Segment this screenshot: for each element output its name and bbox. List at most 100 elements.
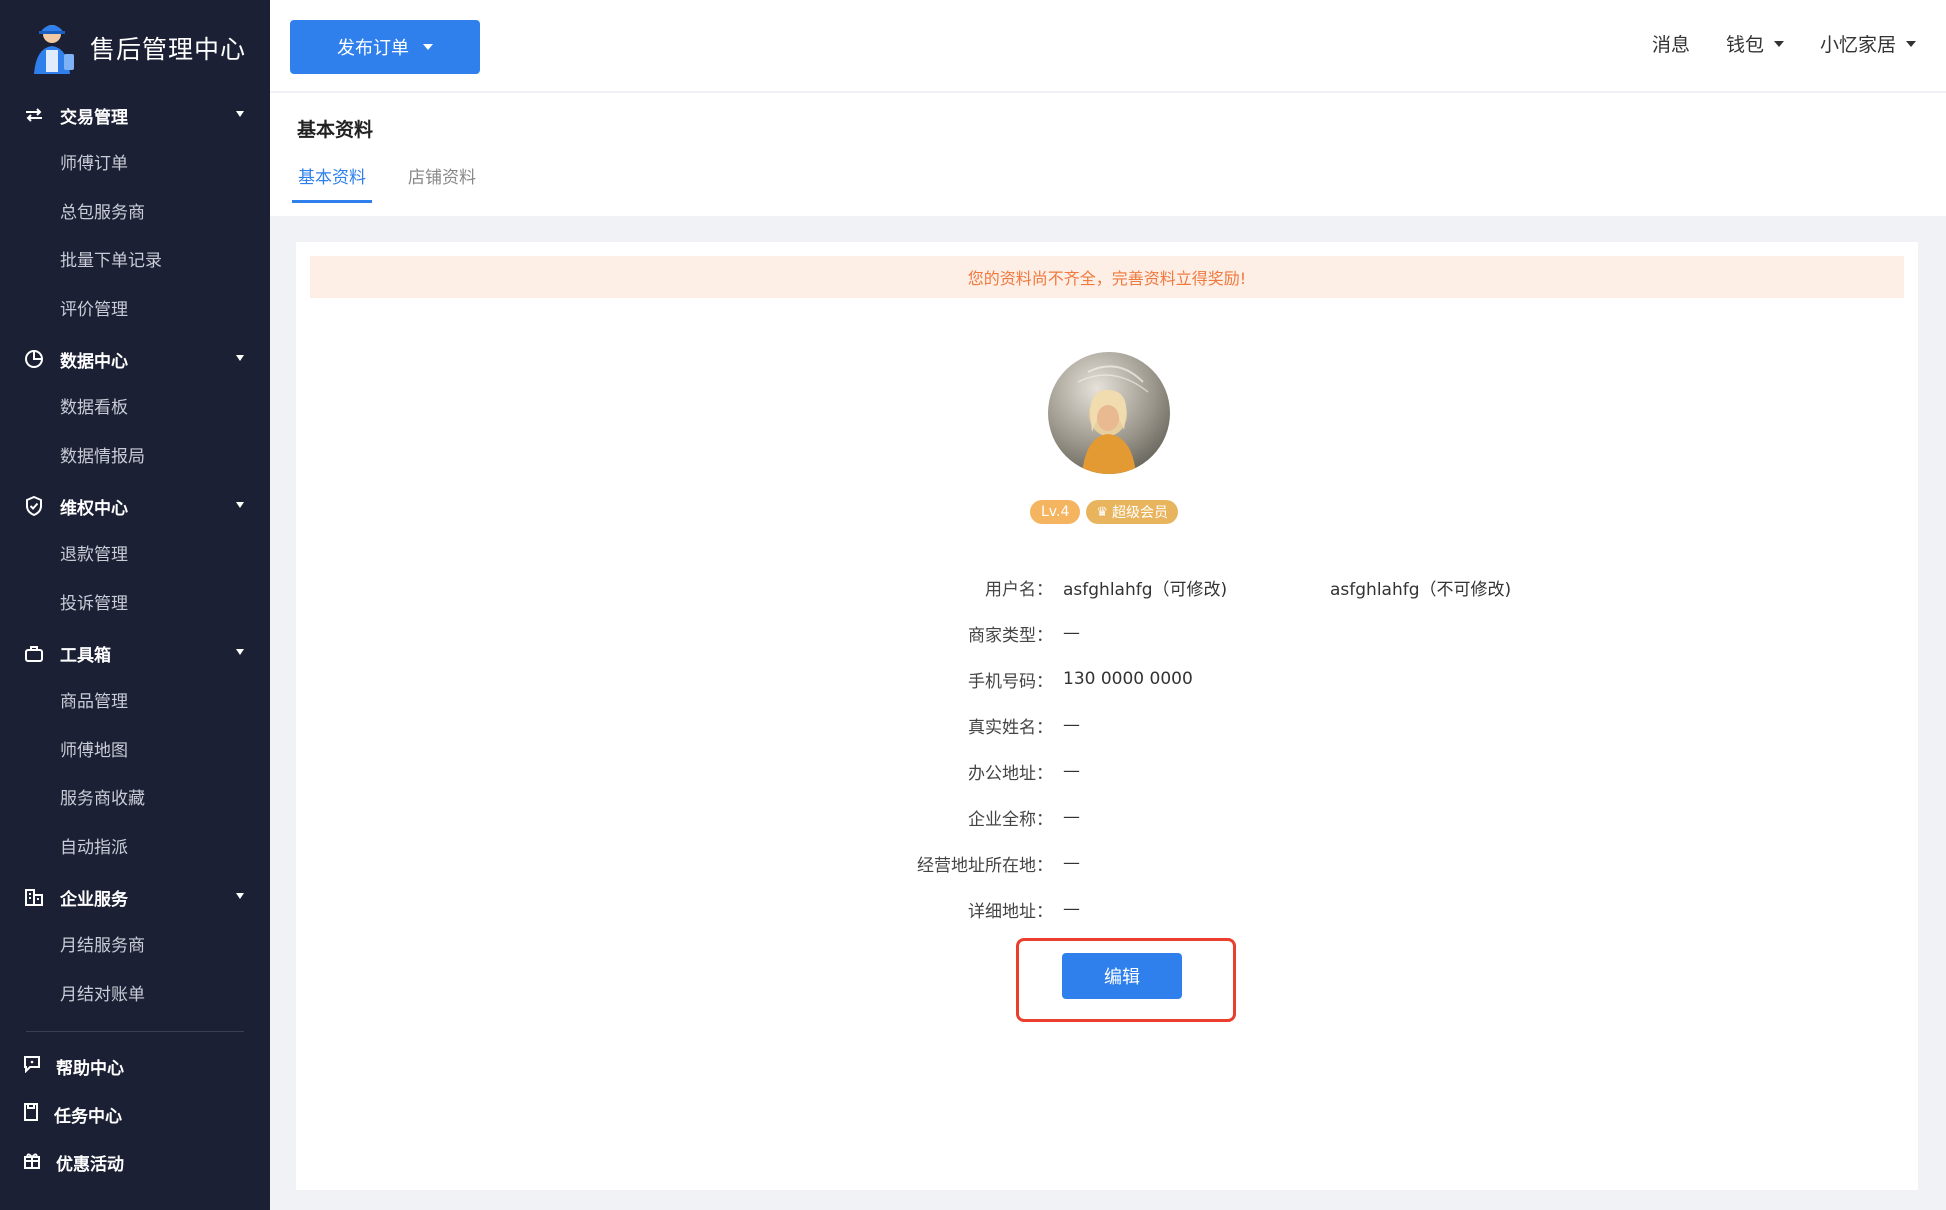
publish-order-label: 发布订单 (337, 38, 409, 59)
sidebar: 售后管理中心 交易管理 师傅订单 总包服务商 批量下单记录 评价管理 数据中心 … (0, 0, 270, 1210)
field-label: 企业全称： (968, 809, 1053, 830)
field-label: 详细地址： (968, 901, 1053, 922)
wallet-label: 钱包 (1725, 34, 1764, 56)
profile-info: 用户名： asfghlahfg（可修改) asfghlahfg（不可修改) 商家… (296, 564, 1918, 932)
top-header: 发布订单 消息 钱包 小忆家居 (270, 0, 1946, 92)
profile-card: 您的资料尚不齐全，完善资料立得奖励! Lv.4 ♛ 超级会员 用户名： asfg… (296, 242, 1918, 1190)
sidebar-item-provider-favorites[interactable]: 服务商收藏 (0, 775, 270, 824)
vip-badge: ♛ 超级会员 (1086, 500, 1179, 524)
sidebar-item-products[interactable]: 商品管理 (0, 678, 270, 727)
field-value: asfghlahfg（可修改) (1063, 579, 1228, 600)
account-dropdown[interactable]: 小忆家居 (1820, 30, 1916, 57)
brand-title: 售后管理中心 (90, 35, 247, 64)
sidebar-menu: 交易管理 师傅订单 总包服务商 批量下单记录 评价管理 数据中心 数据看板 数据… (0, 90, 270, 1186)
sidebar-item-tasks[interactable]: 任务中心 (0, 1090, 270, 1138)
sidebar-item-reviews[interactable]: 评价管理 (0, 286, 270, 335)
chevron-down-icon (1906, 40, 1916, 47)
member-badges: Lv.4 ♛ 超级会员 (1030, 500, 1179, 524)
sidebar-item-refunds[interactable]: 退款管理 (0, 531, 270, 580)
field-merchant-type: 商家类型： — (296, 610, 1918, 656)
field-label: 办公地址： (968, 763, 1053, 784)
field-label: 用户名： (985, 579, 1053, 600)
incomplete-profile-notice: 您的资料尚不齐全，完善资料立得奖励! (310, 256, 1904, 298)
chevron-down-icon (423, 44, 433, 50)
header-actions: 消息 钱包 小忆家居 (1616, 30, 1916, 57)
messages-label: 消息 (1651, 34, 1690, 56)
field-value: — (1063, 853, 1080, 873)
sidebar-item-label: 帮助中心 (56, 1058, 124, 1079)
swap-icon (22, 103, 46, 127)
menu-group-label: 交易管理 (60, 107, 128, 128)
page-header: 基本资料 基本资料 店铺资料 (270, 93, 1946, 216)
sidebar-item-data-intel[interactable]: 数据情报局 (0, 433, 270, 482)
menu-group-label: 维权中心 (60, 498, 128, 519)
field-company-name: 企业全称： — (296, 794, 1918, 840)
sidebar-item-monthly-statements[interactable]: 月结对账单 (0, 971, 270, 1020)
sidebar-item-general-contractor[interactable]: 总包服务商 (0, 189, 270, 238)
field-value: — (1063, 715, 1080, 735)
publish-order-button[interactable]: 发布订单 (290, 20, 480, 74)
menu-group-rights[interactable]: 维权中心 (0, 481, 270, 531)
task-icon (22, 1102, 40, 1126)
sidebar-item-master-map[interactable]: 师傅地图 (0, 727, 270, 776)
sidebar-item-complaints[interactable]: 投诉管理 (0, 580, 270, 629)
field-phone: 手机号码： 130 0000 0000 (296, 656, 1918, 702)
sidebar-divider (26, 1031, 244, 1032)
tab-basic-info[interactable]: 基本资料 (292, 163, 372, 203)
field-label: 真实姓名： (968, 717, 1053, 738)
sidebar-item-auto-assign[interactable]: 自动指派 (0, 824, 270, 873)
crown-icon: ♛ (1096, 504, 1109, 520)
sidebar-item-monthly-providers[interactable]: 月结服务商 (0, 922, 270, 971)
wallet-dropdown[interactable]: 钱包 (1726, 30, 1784, 57)
field-business-location: 经营地址所在地： — (296, 840, 1918, 886)
chevron-down-icon (1773, 40, 1784, 47)
help-chat-icon (22, 1055, 42, 1077)
sidebar-item-label: 任务中心 (54, 1106, 122, 1127)
chevron-down-icon (236, 111, 244, 117)
field-value: — (1063, 623, 1080, 643)
messages-link[interactable]: 消息 (1652, 30, 1690, 57)
menu-group-data[interactable]: 数据中心 (0, 334, 270, 384)
account-label: 小忆家居 (1819, 34, 1896, 56)
avatar[interactable] (1048, 352, 1170, 474)
field-label: 商家类型： (968, 625, 1053, 646)
field-value: — (1063, 807, 1080, 827)
field-detail-address: 详细地址： — (296, 886, 1918, 932)
chevron-down-icon (236, 893, 244, 899)
sidebar-item-master-orders[interactable]: 师傅订单 (0, 140, 270, 189)
field-username: 用户名： asfghlahfg（可修改) asfghlahfg（不可修改) (296, 564, 1918, 610)
sidebar-item-help[interactable]: 帮助中心 (0, 1042, 270, 1090)
menu-group-enterprise[interactable]: 企业服务 (0, 872, 270, 922)
menu-group-label: 数据中心 (60, 351, 128, 372)
field-value: — (1063, 899, 1080, 919)
building-icon (22, 885, 46, 909)
toolbox-icon (22, 641, 46, 665)
field-label: 经营地址所在地： (917, 855, 1053, 876)
sidebar-item-promotions[interactable]: 优惠活动 (0, 1138, 270, 1186)
tab-store-info[interactable]: 店铺资料 (402, 163, 482, 203)
vip-badge-label: 超级会员 (1112, 505, 1169, 521)
chevron-down-icon (236, 502, 244, 508)
field-label: 手机号码： (968, 671, 1053, 692)
menu-group-trade[interactable]: 交易管理 (0, 90, 270, 140)
username-readonly-value: asfghlahfg（不可修改) (1330, 579, 1512, 600)
sidebar-item-batch-orders[interactable]: 批量下单记录 (0, 237, 270, 286)
chevron-down-icon (236, 649, 244, 655)
gift-icon (22, 1150, 42, 1174)
brand[interactable]: 售后管理中心 (28, 18, 246, 78)
field-value: 130 0000 0000 (1063, 669, 1193, 689)
field-real-name: 真实姓名： — (296, 702, 1918, 748)
menu-group-label: 企业服务 (60, 889, 128, 910)
edit-button[interactable]: 编辑 (1062, 953, 1182, 999)
field-value: — (1063, 761, 1080, 781)
shield-check-icon (22, 494, 46, 518)
pie-chart-icon (22, 347, 46, 371)
sidebar-item-label: 优惠活动 (56, 1154, 124, 1175)
field-office-address: 办公地址： — (296, 748, 1918, 794)
chevron-down-icon (236, 355, 244, 361)
sidebar-item-dashboard[interactable]: 数据看板 (0, 384, 270, 433)
level-badge: Lv.4 (1030, 500, 1081, 524)
page-title: 基本资料 (297, 119, 374, 141)
menu-group-toolbox[interactable]: 工具箱 (0, 628, 270, 678)
technician-logo-icon (28, 20, 80, 76)
